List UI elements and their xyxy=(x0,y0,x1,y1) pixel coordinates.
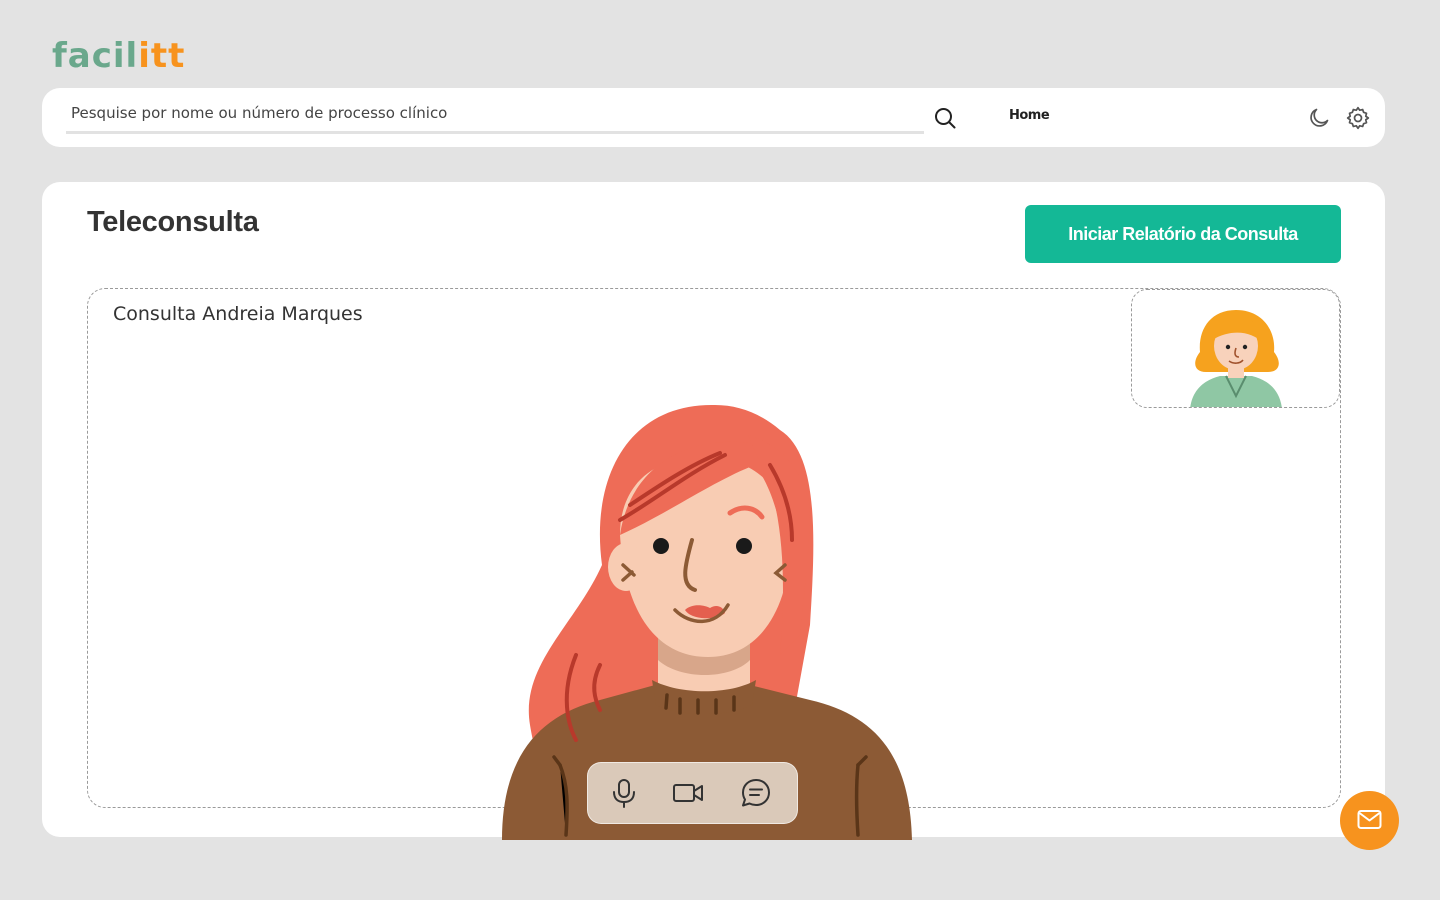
brand-logo[interactable]: facilitt xyxy=(52,36,185,76)
call-controls xyxy=(587,762,798,824)
microphone-icon[interactable] xyxy=(608,777,640,809)
gear-icon[interactable] xyxy=(1345,105,1371,131)
search-icon[interactable] xyxy=(933,106,957,130)
mail-button[interactable] xyxy=(1340,791,1399,850)
chat-icon[interactable] xyxy=(740,777,772,809)
page-title: Teleconsulta xyxy=(87,206,259,238)
top-bar: Home xyxy=(42,88,1385,147)
moon-icon[interactable] xyxy=(1307,106,1331,130)
search-input[interactable] xyxy=(66,100,924,134)
logo-part-2: itt xyxy=(138,36,186,76)
self-view-video xyxy=(1131,289,1340,408)
consult-label: Consulta Andreia Marques xyxy=(113,303,363,325)
self-avatar-illustration xyxy=(1190,310,1282,407)
logo-part-1: facil xyxy=(52,36,139,76)
mail-icon xyxy=(1357,810,1382,829)
start-report-button[interactable]: Iniciar Relatório da Consulta xyxy=(1025,205,1341,263)
video-camera-icon[interactable] xyxy=(672,777,704,809)
nav-home-link[interactable]: Home xyxy=(1009,108,1050,123)
